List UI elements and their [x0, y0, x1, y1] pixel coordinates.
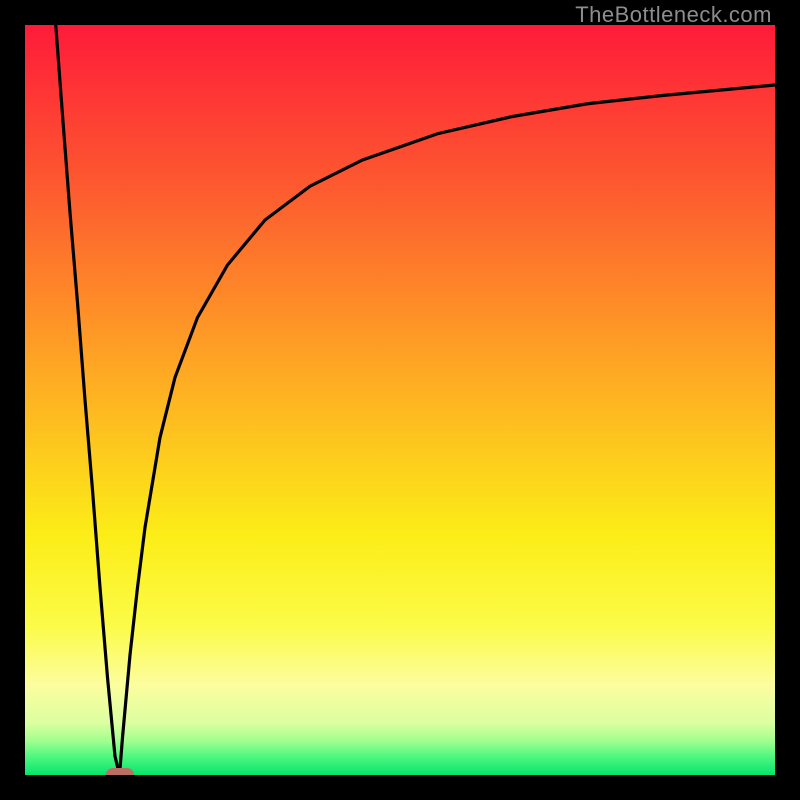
bottleneck-marker — [106, 768, 134, 775]
curve-overlay — [25, 25, 775, 775]
watermark-text: TheBottleneck.com — [575, 2, 772, 28]
plot-frame — [0, 0, 800, 800]
plot-area — [25, 25, 775, 775]
curve-descending — [56, 25, 120, 775]
curve-ascending — [120, 85, 776, 775]
chart-root: TheBottleneck.com — [0, 0, 800, 800]
